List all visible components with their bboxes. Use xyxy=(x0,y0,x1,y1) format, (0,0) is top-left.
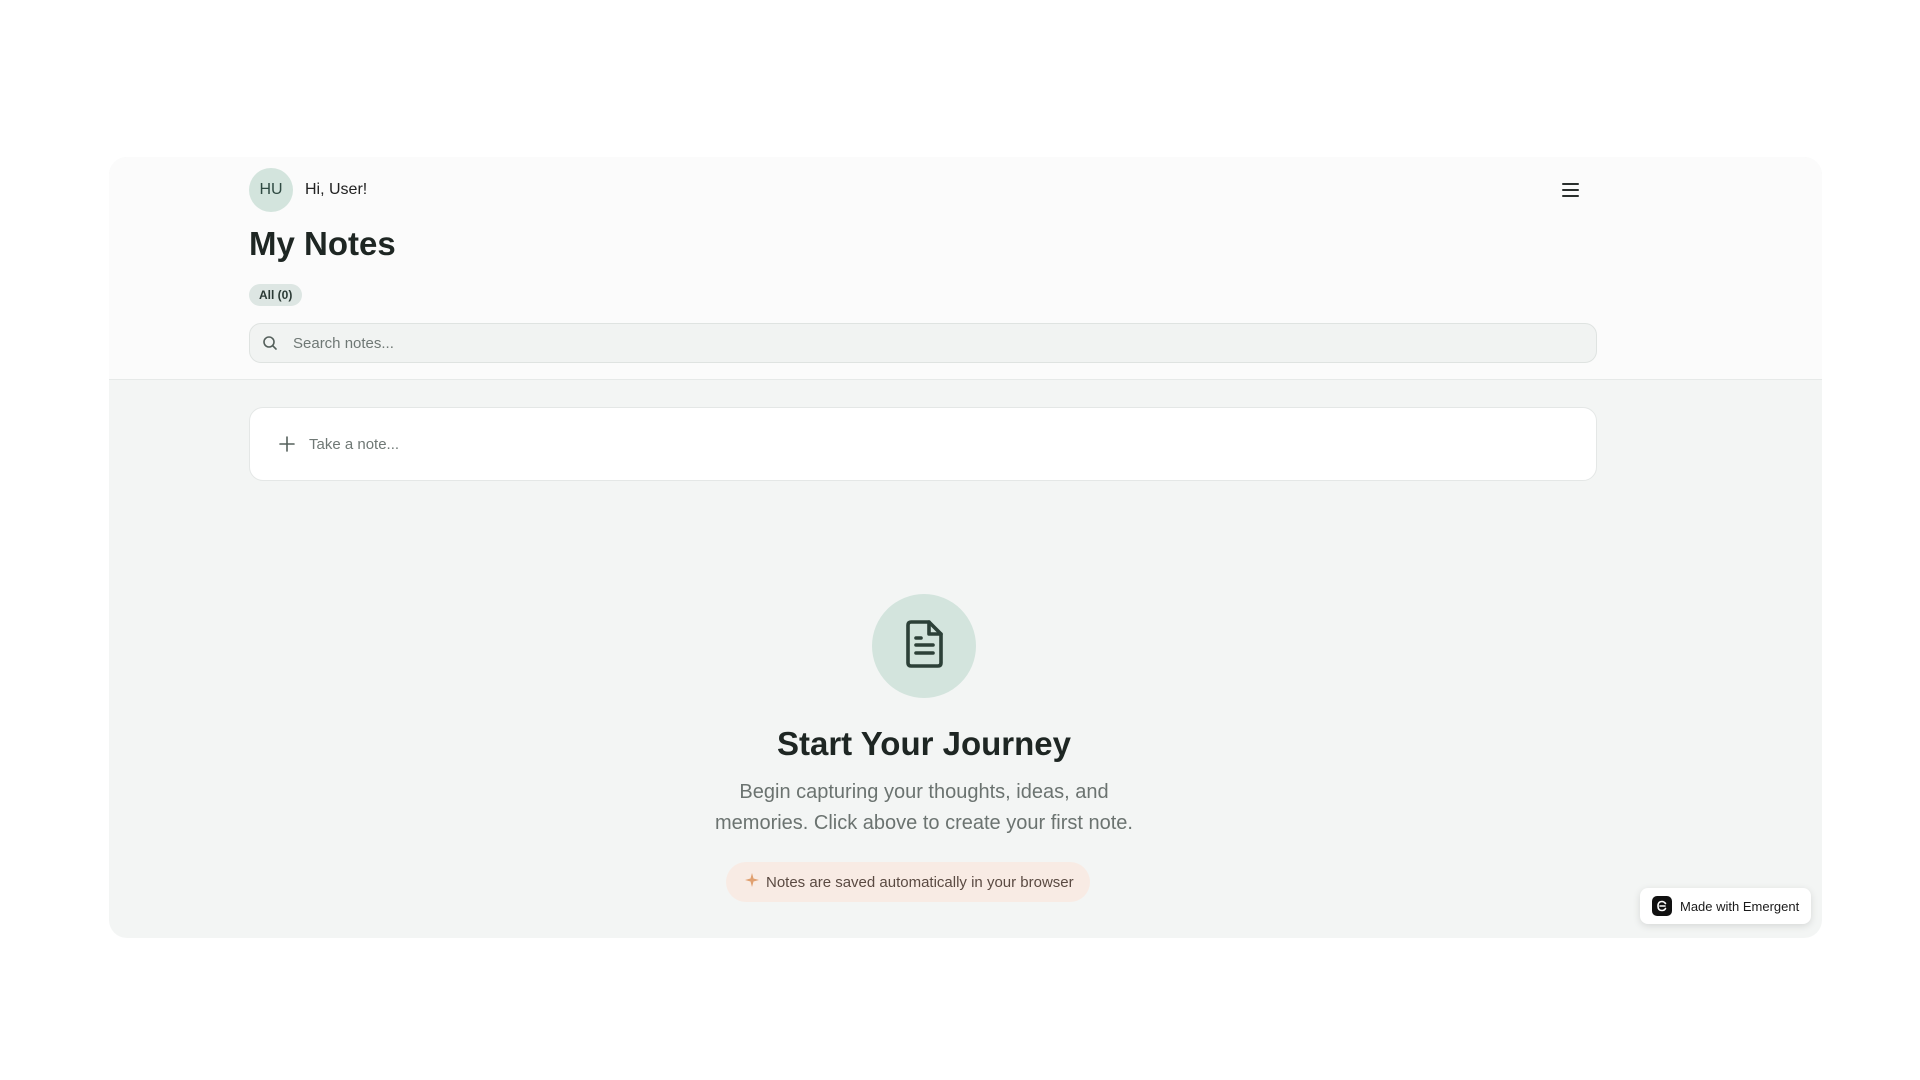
empty-state-title: Start Your Journey xyxy=(776,725,1072,762)
page-title: My Notes xyxy=(249,225,396,262)
empty-state-description: Begin capturing your thoughts, ideas, an… xyxy=(715,781,1133,834)
take-note-composer[interactable]: Take a note... xyxy=(249,407,1597,481)
emergent-logo-icon xyxy=(1652,896,1672,916)
search-icon xyxy=(250,335,290,351)
menu-line xyxy=(1561,195,1579,197)
search-input[interactable] xyxy=(290,334,1596,352)
plus-icon xyxy=(277,434,297,454)
app-container: HU Hi, User! My Notes All (0) Search not… xyxy=(109,157,1822,938)
header: HU Hi, User! My Notes All (0) xyxy=(109,157,1822,380)
empty-state-icon-circle xyxy=(872,594,976,698)
made-with-label: Made with Emergent xyxy=(1680,898,1800,914)
filter-chip-all[interactable]: All (0) xyxy=(249,284,303,306)
auto-save-notice: Notes are saved automatically in your br… xyxy=(726,862,1090,902)
made-with-emergent-badge[interactable]: Made with Emergent xyxy=(1640,888,1812,924)
user-info: HU Hi, User! xyxy=(249,168,367,212)
hamburger-menu-icon[interactable] xyxy=(1555,175,1585,205)
document-icon xyxy=(902,619,946,674)
sparkle-icon xyxy=(744,872,760,892)
auto-save-text: Notes are saved automatically in your br… xyxy=(766,873,1074,891)
menu-line xyxy=(1561,189,1579,191)
search-bar[interactable] xyxy=(249,323,1597,363)
take-note-placeholder: Take a note... xyxy=(309,435,400,453)
avatar[interactable]: HU xyxy=(249,168,293,212)
greeting-text: Hi, User! xyxy=(305,181,368,198)
menu-line xyxy=(1561,183,1579,185)
